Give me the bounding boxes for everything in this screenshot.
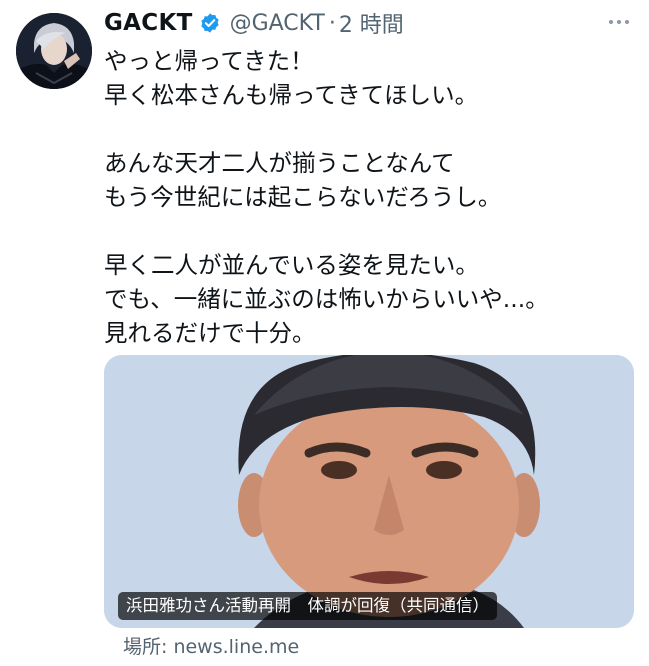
author-handle[interactable]: @GACKT (230, 11, 325, 36)
tweet-text-line: やっと帰ってきた！ (104, 47, 314, 75)
tweet-text-line: 早く二人が並んでいる姿を見たい。 (104, 251, 479, 279)
link-card[interactable]: 浜田雅功さん活動再開 体調が回復（共同通信） (104, 355, 634, 628)
tweet-text-line: でも、一緒に並ぶのは怖いからいいや...。 (104, 285, 549, 313)
link-card-image (104, 355, 634, 628)
tweet-text-line: あんな天才二人が揃うことなんて (104, 149, 455, 177)
tweet-timestamp[interactable]: 2 時間 (339, 7, 404, 39)
avatar-photo (16, 13, 92, 89)
author-avatar[interactable] (16, 13, 92, 89)
more-dot (609, 20, 613, 24)
tweet: GACKT @GACKT · 2 時間 やっと帰ってきた！ 早く松本さんも帰って… (0, 0, 649, 666)
tweet-text-line: 早く松本さんも帰ってきてほしい。 (104, 81, 479, 109)
tweet-text-line: 見れるだけで十分。 (104, 319, 316, 347)
author-display-name[interactable]: GACKT (104, 10, 193, 36)
more-dot (625, 20, 629, 24)
tweet-text-line: もう今世紀には起こらないだろうし。 (104, 183, 502, 211)
tweet-header: GACKT @GACKT · 2 時間 (104, 8, 404, 38)
tweet-text: やっと帰ってきた！ 早く松本さんも帰ってきてほしい。 あんな天才二人が揃うことな… (104, 44, 634, 350)
verified-badge-icon (200, 13, 219, 33)
link-card-title: 浜田雅功さん活動再開 体調が回復（共同通信） (118, 592, 497, 620)
header-separator: · (328, 10, 336, 36)
link-card-source[interactable]: 場所: news.line.me (123, 632, 299, 659)
more-dot (617, 20, 621, 24)
more-options-icon[interactable] (604, 10, 634, 34)
